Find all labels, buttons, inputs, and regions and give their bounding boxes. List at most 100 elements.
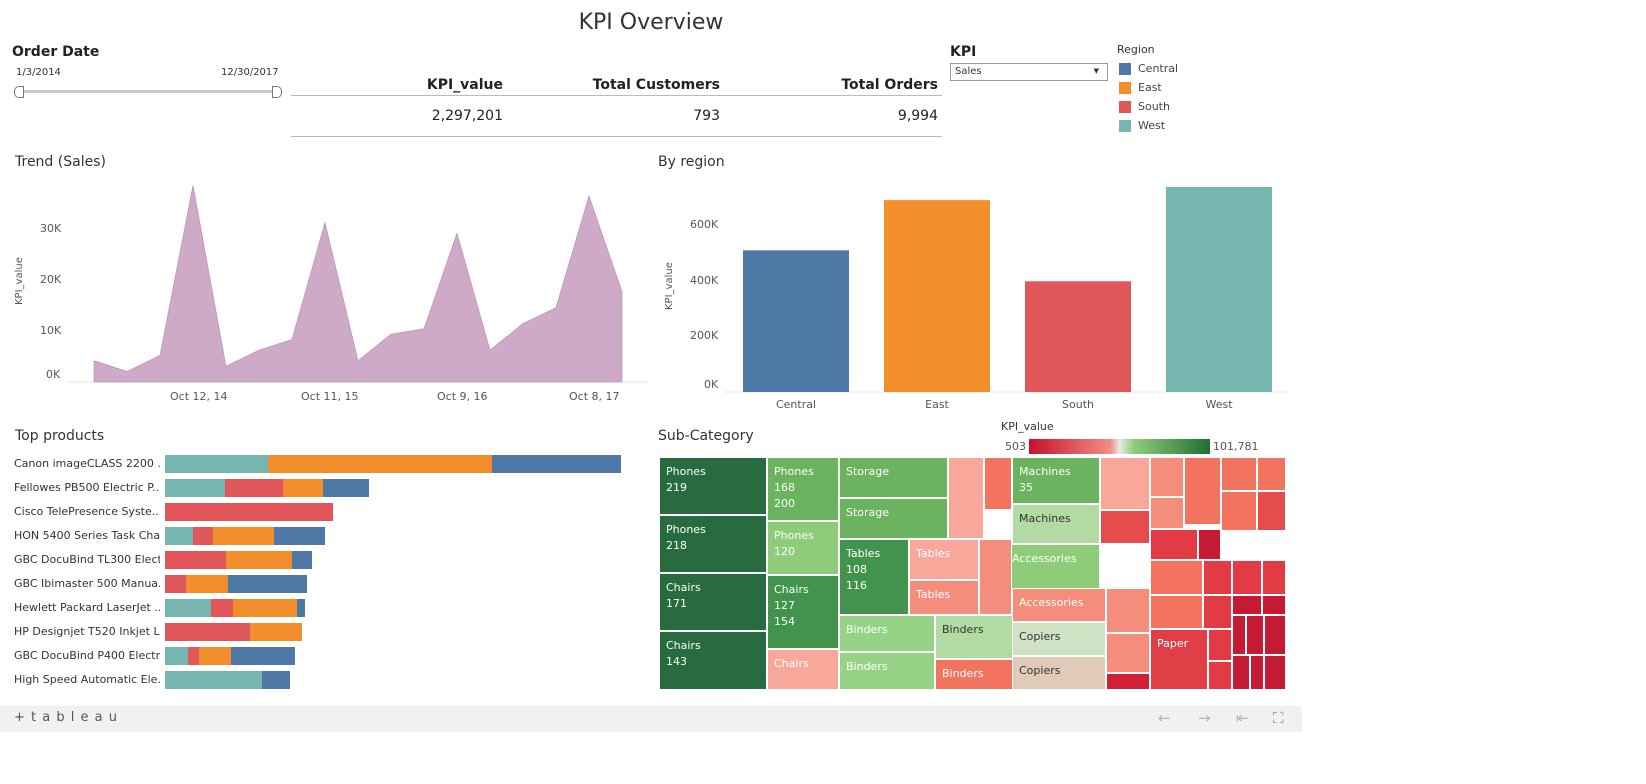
treemap-cell-binders[interactable]: Binders <box>935 615 1013 659</box>
treemap-cell-copiers[interactable]: Copiers <box>1012 656 1106 690</box>
treemap-cell[interactable] <box>979 539 1012 615</box>
treemap-cell[interactable] <box>1232 560 1262 595</box>
treemap-cell-accessories[interactable]: Accessories <box>1012 588 1106 622</box>
treemap-cell-copiers[interactable]: Copiers <box>1012 622 1106 656</box>
treemap-cell-machines[interactable]: Machines <box>1012 504 1100 544</box>
product-bar-segment-west[interactable] <box>165 671 262 689</box>
treemap-cell-storage[interactable]: Storage <box>839 498 948 539</box>
region-bar-south[interactable] <box>1025 281 1131 392</box>
treemap-cell[interactable] <box>1262 560 1286 595</box>
product-bar-segment-central[interactable] <box>491 455 622 473</box>
treemap-cell-chairs[interactable]: Chairs 127 154 <box>767 575 839 649</box>
product-bar-segment-south[interactable] <box>188 647 200 665</box>
treemap-cell-binders[interactable]: Binders <box>839 615 935 652</box>
by-region-chart[interactable]: Central East South West <box>724 180 1289 420</box>
treemap-cell-paper[interactable]: Paper <box>1150 629 1208 690</box>
treemap-cell-chairs[interactable]: Chairs <box>767 649 839 690</box>
treemap-cell[interactable] <box>1150 595 1203 629</box>
product-bar-segment-south[interactable] <box>165 575 187 593</box>
treemap-cell[interactable] <box>1264 655 1286 690</box>
treemap-cell[interactable] <box>1100 510 1150 544</box>
product-bar-segment-west[interactable] <box>165 527 193 545</box>
treemap-cell[interactable] <box>1250 655 1264 690</box>
region-bar-west[interactable] <box>1166 186 1272 392</box>
treemap-cell[interactable] <box>1106 588 1150 633</box>
revert-icon[interactable]: ⇤ <box>1236 709 1249 727</box>
treemap-cell[interactable] <box>1208 629 1232 661</box>
treemap-cell[interactable] <box>1221 457 1257 491</box>
product-bar-segment-east[interactable] <box>199 647 232 665</box>
treemap-cell[interactable] <box>1106 673 1150 690</box>
treemap-cell-storage[interactable]: Storage <box>839 457 948 498</box>
treemap-cell[interactable] <box>1150 497 1184 529</box>
treemap-cell-phones[interactable]: Phones 218 <box>659 515 767 573</box>
legend-item-south[interactable]: South <box>1119 97 1178 116</box>
treemap-cell-phones[interactable]: Phones 168 200 <box>767 457 839 521</box>
kpi-selector-dropdown[interactable]: Sales ▼ <box>950 63 1108 81</box>
product-bar-segment-south[interactable] <box>165 623 250 641</box>
treemap-cell-chairs[interactable]: Chairs 143 <box>659 631 767 690</box>
product-bar-segment-central[interactable] <box>231 647 295 665</box>
product-bar-segment-west[interactable] <box>165 455 269 473</box>
treemap-cell[interactable] <box>1208 661 1232 690</box>
product-bar-segment-east[interactable] <box>282 479 324 497</box>
treemap-cell[interactable] <box>984 457 1012 510</box>
product-bar-segment-east[interactable] <box>268 455 492 473</box>
treemap-cell[interactable] <box>1221 491 1257 531</box>
product-bar-segment-east[interactable] <box>249 623 303 641</box>
treemap-cell[interactable] <box>1198 529 1221 560</box>
treemap-cell[interactable] <box>1262 595 1286 615</box>
product-bar-segment-central[interactable] <box>291 551 313 569</box>
fullscreen-icon[interactable]: ⛶ <box>1273 709 1284 727</box>
order-date-slider-end-handle[interactable] <box>272 86 282 98</box>
treemap-cell[interactable] <box>1150 560 1203 595</box>
product-bar-segment-south[interactable] <box>192 527 213 545</box>
treemap-cell[interactable] <box>1203 560 1232 595</box>
order-date-slider-start-handle[interactable] <box>14 86 24 98</box>
product-bar-segment-west[interactable] <box>165 479 225 497</box>
product-bar-segment-central[interactable] <box>227 575 307 593</box>
product-bar-segment-south[interactable] <box>211 599 234 617</box>
product-bar-segment-central[interactable] <box>273 527 326 545</box>
order-date-slider-track[interactable] <box>18 90 276 93</box>
product-bar-segment-east[interactable] <box>186 575 228 593</box>
legend-item-west[interactable]: West <box>1119 116 1178 135</box>
trend-chart[interactable] <box>66 180 648 385</box>
treemap-cell[interactable] <box>1246 615 1264 655</box>
treemap-cell[interactable] <box>1184 457 1221 525</box>
treemap-cell[interactable] <box>1106 633 1150 673</box>
product-bar-segment-south[interactable] <box>165 551 226 569</box>
treemap-cell-accessories[interactable]: Accessories <box>1005 544 1100 589</box>
product-bar-segment-west[interactable] <box>165 647 188 665</box>
treemap-cell-tables[interactable]: Tables 108 116 <box>839 539 909 615</box>
treemap-cell-binders[interactable]: Binders <box>935 659 1013 690</box>
treemap-cell[interactable] <box>1232 595 1262 615</box>
redo-arrow-icon[interactable]: → <box>1198 709 1211 727</box>
treemap-cell-tables[interactable]: Tables <box>909 539 979 580</box>
legend-item-central[interactable]: Central <box>1119 59 1178 78</box>
treemap-cell-chairs[interactable]: Chairs 171 <box>659 573 767 631</box>
treemap-cell[interactable] <box>1100 457 1150 510</box>
treemap-cell[interactable] <box>1150 457 1184 497</box>
product-bar-segment-south[interactable] <box>165 503 334 521</box>
product-bar-segment-west[interactable] <box>165 599 211 617</box>
product-bar-segment-south[interactable] <box>224 479 283 497</box>
treemap-cell[interactable] <box>1150 529 1198 560</box>
product-bar-segment-east[interactable] <box>225 551 292 569</box>
treemap-cell[interactable] <box>1257 457 1286 491</box>
treemap-cell-machines[interactable]: Machines 35 <box>1012 457 1100 504</box>
product-bar-segment-east[interactable] <box>233 599 297 617</box>
product-bar-segment-central[interactable] <box>261 671 291 689</box>
treemap-cell[interactable] <box>948 457 984 539</box>
treemap-cell[interactable] <box>1203 595 1232 629</box>
treemap-cell-phones[interactable]: Phones 219 <box>659 457 767 515</box>
treemap-cell[interactable] <box>1232 615 1246 655</box>
region-bar-east[interactable] <box>884 200 990 392</box>
undo-arrow-icon[interactable]: ← <box>1158 709 1171 727</box>
treemap-cell-binders[interactable]: Binders <box>839 652 935 690</box>
treemap-cell[interactable] <box>1264 615 1286 655</box>
treemap-cell[interactable] <box>1232 655 1250 690</box>
treemap-cell[interactable] <box>1257 491 1286 531</box>
product-bar-segment-central[interactable] <box>296 599 305 617</box>
legend-item-east[interactable]: East <box>1119 78 1178 97</box>
